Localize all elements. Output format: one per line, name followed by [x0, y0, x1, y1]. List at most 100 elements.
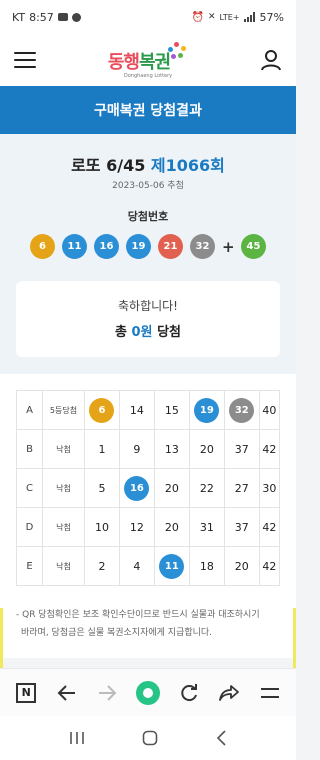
draw-title: 로또 6/45 제1066회: [71, 156, 225, 175]
carrier-label: KT: [12, 10, 26, 24]
ticket-row: C 낙첨 5 16 20 22 27 30: [16, 468, 281, 508]
ticket-number: 4: [133, 559, 141, 573]
ticket-number-cell: 20: [188, 429, 225, 469]
tabs-icon: N: [16, 682, 37, 703]
reload-button[interactable]: [174, 678, 204, 708]
ticket-number: 42: [262, 442, 277, 456]
winning-number-ball: 16: [94, 234, 119, 259]
mute-icon: ✕: [208, 12, 216, 22]
ticket-table: A 5등당첨 6 14 15 19 32 40 B 낙첨 1 9 13 20 37 42 C 낙첨 5 16 20 22 2…: [16, 390, 281, 586]
winning-number-ball: 6: [30, 234, 55, 259]
ticket-number-cell: 2: [84, 546, 120, 586]
share-icon: [219, 684, 239, 701]
ticket-number-cell: 37: [223, 507, 260, 547]
back-button[interactable]: [52, 678, 82, 708]
ticket-number: 42: [262, 520, 277, 534]
ticket-number-cell: 1: [84, 429, 120, 469]
ticket-number: 20: [234, 559, 249, 573]
ticket-number: 22: [199, 481, 214, 495]
ticket-number-cell: 42: [258, 507, 281, 547]
ticket-number-cell: 20: [223, 546, 260, 586]
ticket-number: 37: [234, 442, 249, 456]
bonus-number-ball: 45: [241, 234, 266, 259]
left-edge-handle[interactable]: [0, 608, 3, 668]
ticket-number-cell: 4: [118, 546, 155, 586]
ticket-number-cell: 40: [258, 390, 281, 430]
signal-icon: [243, 12, 255, 22]
ticket-number-cell: 37: [223, 429, 260, 469]
ticket-number-cell: 12: [118, 507, 155, 547]
ticket-number-cell: 13: [153, 429, 190, 469]
matched-number: 16: [124, 475, 150, 501]
ticket-number: 40: [262, 403, 277, 417]
ticket-number-cell: 42: [258, 546, 281, 586]
status-right: ⏰ ✕ LTE+ 57%: [192, 11, 284, 24]
home-button[interactable]: [133, 678, 163, 708]
ticket-number: 31: [199, 520, 214, 534]
page-title: 구매복권 당첨결과: [0, 86, 296, 134]
ticket-number: 5: [98, 481, 106, 495]
logo-confetti-mark: [166, 41, 188, 64]
ticket-number: 14: [129, 403, 144, 417]
logo-wordmark: 동행복권: [107, 51, 171, 73]
home-nav-icon[interactable]: [142, 730, 158, 746]
menu-icon[interactable]: [14, 52, 36, 68]
congrats-text: 축하합니다!: [117, 299, 178, 313]
ticket-number-cell: 20: [153, 507, 190, 547]
back-nav-icon[interactable]: [215, 730, 227, 746]
winning-numbers-label: 당첨번호: [127, 210, 169, 223]
home-icon: [135, 680, 160, 705]
game-result: 5등당첨: [42, 390, 85, 430]
ticket-number-cell: 5: [84, 468, 120, 508]
ticket-number-cell: 42: [258, 429, 281, 469]
ticket-number-cell: 14: [118, 390, 155, 430]
status-left: KT 8:57: [12, 11, 81, 24]
menu-lines-icon: [260, 687, 279, 698]
winning-number-ball: 19: [126, 234, 151, 259]
ticket-number-cell: 32: [223, 390, 260, 430]
browser-toolbar: N: [0, 668, 296, 716]
winning-numbers: 6 11 16 19 21 32 +45: [0, 234, 296, 259]
draw-round: 제1066회: [150, 156, 225, 175]
right-edge-handle[interactable]: [293, 608, 296, 668]
battery-label: 57%: [259, 10, 284, 24]
ticket-number-cell: 19: [188, 390, 225, 430]
ticket-number-cell: 20: [153, 468, 190, 508]
donghaeng-lottery-logo[interactable]: 동행복권 Donghaeng Lottery: [107, 41, 188, 79]
more-menu-button[interactable]: [255, 678, 285, 708]
recent-apps-icon[interactable]: [69, 731, 85, 745]
app-header: 동행복권 Donghaeng Lottery: [0, 34, 296, 86]
arrow-left-icon: [57, 684, 75, 701]
ticket-number-cell: 27: [223, 468, 260, 508]
ticket-number-cell: 9: [118, 429, 155, 469]
user-profile-icon[interactable]: [260, 49, 282, 71]
bonus-plus-sign: +: [222, 237, 235, 256]
forward-button[interactable]: [92, 678, 122, 708]
matched-number: 32: [229, 397, 255, 423]
game-label: B: [16, 429, 43, 469]
ticket-number-cell: 6: [84, 390, 120, 430]
ticket-number: 20: [164, 481, 179, 495]
ticket-number-cell: 11: [153, 546, 190, 586]
reload-icon: [180, 683, 197, 701]
draw-result-section: 로또 6/45 제1066회 2023-05-06 추첨 당첨번호 6 11 16 1…: [0, 134, 296, 374]
network-label: LTE+: [219, 12, 240, 22]
game-result: 낙첨: [42, 429, 85, 469]
tabs-button[interactable]: N: [11, 678, 41, 708]
game-label: E: [16, 546, 43, 586]
prize-total: 총 0원 당첨: [115, 325, 181, 340]
ticket-number: 30: [262, 481, 277, 495]
ticket-number-cell: 10: [84, 507, 120, 547]
ticket-number: 1: [98, 442, 106, 456]
ticket-row: A 5등당첨 6 14 15 19 32 40: [16, 390, 281, 430]
ticket-number: 18: [199, 559, 214, 573]
ticket-number-cell: 22: [188, 468, 225, 508]
ticket-number: 27: [234, 481, 249, 495]
alarm-icon: ⏰: [191, 11, 204, 23]
result-summary-box: 축하합니다! 총 0원 당첨: [16, 281, 280, 357]
game-result: 낙첨: [42, 507, 85, 547]
ticket-number: 9: [133, 442, 141, 456]
ticket-number: 15: [164, 403, 179, 417]
share-button[interactable]: [214, 678, 244, 708]
ticket-number: 10: [94, 520, 109, 534]
